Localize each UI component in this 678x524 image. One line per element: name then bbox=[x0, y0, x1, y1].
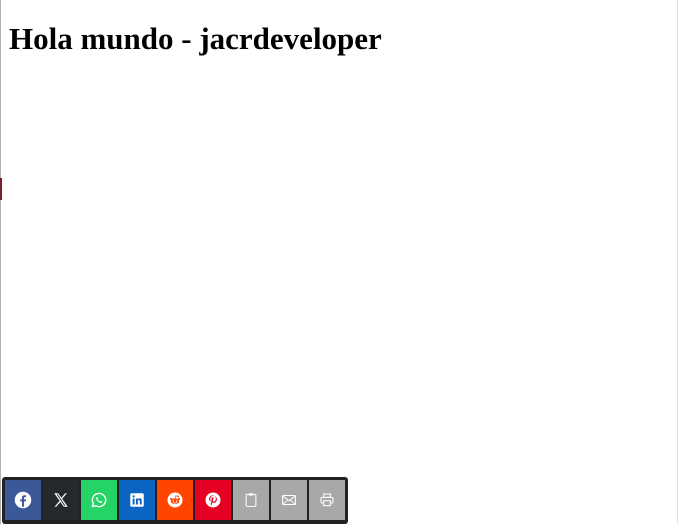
copy-link-button[interactable] bbox=[233, 480, 269, 520]
social-share-bar bbox=[2, 477, 348, 524]
x-icon bbox=[54, 493, 68, 507]
window-left-border bbox=[0, 0, 1, 524]
printer-icon bbox=[320, 493, 334, 507]
clipboard-icon bbox=[245, 493, 257, 507]
share-pinterest-button[interactable] bbox=[195, 480, 231, 520]
pinterest-icon bbox=[205, 492, 221, 508]
linkedin-icon bbox=[130, 493, 144, 507]
print-button[interactable] bbox=[309, 480, 345, 520]
facebook-icon bbox=[14, 491, 32, 509]
share-facebook-button[interactable] bbox=[5, 480, 41, 520]
share-linkedin-button[interactable] bbox=[119, 480, 155, 520]
share-whatsapp-button[interactable] bbox=[81, 480, 117, 520]
share-x-button[interactable] bbox=[43, 480, 79, 520]
window-edge-marker bbox=[0, 178, 2, 200]
whatsapp-icon bbox=[91, 492, 107, 508]
page-title: Hola mundo - jacrdeveloper bbox=[9, 21, 382, 56]
share-reddit-button[interactable] bbox=[157, 480, 193, 520]
envelope-icon bbox=[282, 494, 296, 506]
share-email-button[interactable] bbox=[271, 480, 307, 520]
reddit-icon bbox=[167, 492, 183, 508]
